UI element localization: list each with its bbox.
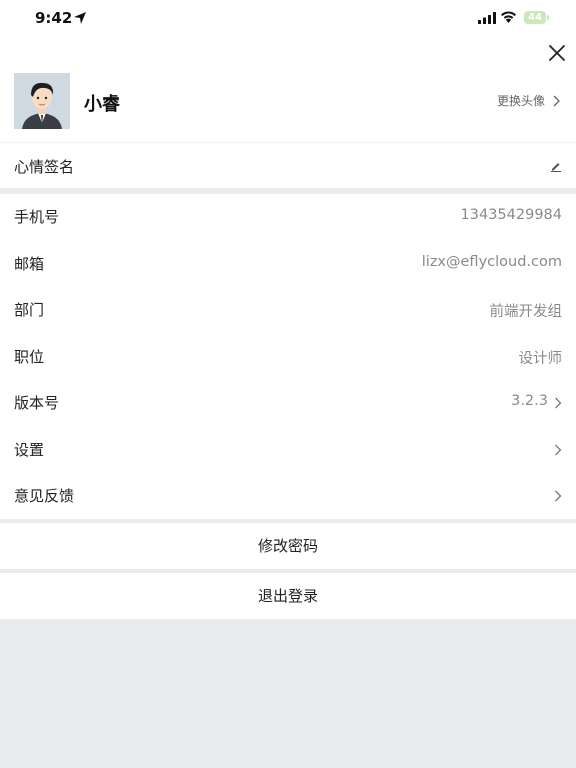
change-password-button[interactable]: 修改密码 xyxy=(0,523,576,569)
battery-tip xyxy=(547,15,549,20)
chevron-right-icon xyxy=(555,444,562,456)
feedback-label: 意见反馈 xyxy=(14,487,75,505)
department-row: 部门 前端开发组 xyxy=(0,287,576,333)
email-label: 邮箱 xyxy=(14,255,45,273)
mood-signature-row[interactable]: 心情签名 xyxy=(0,143,576,188)
change-avatar-label: 更换头像 xyxy=(496,94,545,108)
feedback-row[interactable]: 意见反馈 xyxy=(0,473,576,519)
phone-row: 手机号 13435429984 xyxy=(0,194,576,240)
phone-value: 13435429984 xyxy=(460,207,562,223)
chevron-right-icon xyxy=(555,490,562,502)
version-label: 版本号 xyxy=(14,394,60,412)
mood-signature-label: 心情签名 xyxy=(14,158,75,176)
profile-screen: 9:42 44 小睿 更换头像 心情签名 手机号 13435429984 邮箱 … xyxy=(0,0,576,768)
phone-label: 手机号 xyxy=(14,208,60,226)
position-label: 职位 xyxy=(14,348,45,366)
status-bar: 9:42 44 xyxy=(0,0,576,38)
info-list: 手机号 13435429984 邮箱 lizx@eflycloud.com 部门… xyxy=(0,194,576,519)
avatar-illustration xyxy=(14,73,70,129)
version-row[interactable]: 版本号 3.2.3 xyxy=(0,380,576,426)
settings-row[interactable]: 设置 xyxy=(0,427,576,473)
status-time: 9:42 xyxy=(35,9,73,27)
change-avatar-link[interactable]: 更换头像 xyxy=(497,92,560,109)
location-arrow-icon xyxy=(74,12,86,24)
email-row: 邮箱 lizx@eflycloud.com xyxy=(0,241,576,287)
avatar[interactable] xyxy=(14,73,70,129)
position-value: 设计师 xyxy=(518,351,563,367)
profile-header: 小睿 更换头像 xyxy=(0,68,576,142)
battery-icon: 44 xyxy=(524,11,546,24)
pencil-icon[interactable] xyxy=(550,160,562,172)
position-row: 职位 设计师 xyxy=(0,334,576,380)
top-bar xyxy=(0,38,576,68)
version-value: 3.2.3 xyxy=(511,393,548,409)
settings-label: 设置 xyxy=(14,441,45,459)
department-value: 前端开发组 xyxy=(489,304,563,320)
chevron-right-icon xyxy=(553,95,560,106)
chevron-right-icon xyxy=(555,397,562,409)
email-value: lizx@eflycloud.com xyxy=(421,254,562,270)
signal-icon xyxy=(478,12,496,24)
username: 小睿 xyxy=(84,94,120,115)
wifi-icon xyxy=(501,11,516,23)
department-label: 部门 xyxy=(14,301,45,319)
logout-button[interactable]: 退出登录 xyxy=(0,573,576,619)
close-icon[interactable] xyxy=(548,44,566,62)
battery-level: 44 xyxy=(528,12,542,23)
